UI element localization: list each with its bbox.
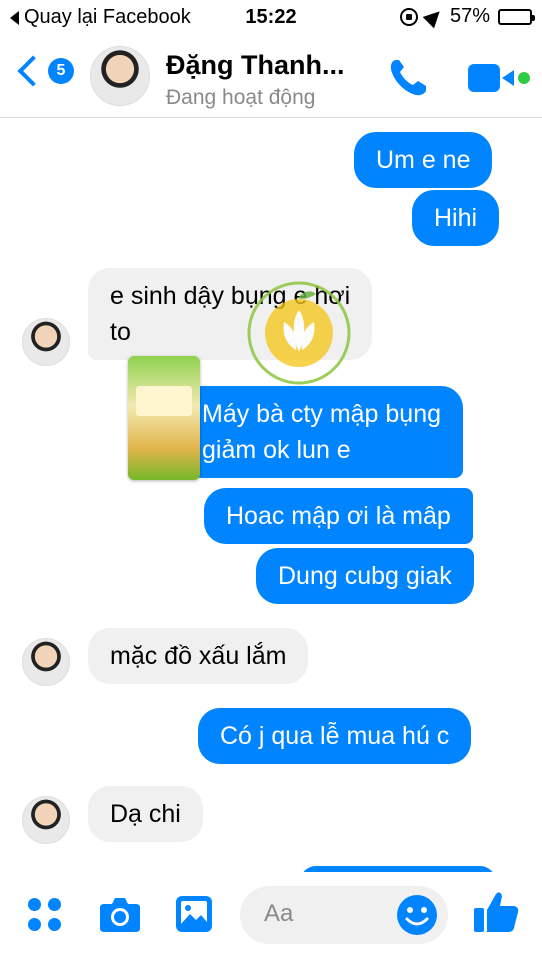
- active-status: Đang hoạt động: [166, 86, 316, 109]
- apps-dot: [48, 898, 61, 911]
- contact-avatar[interactable]: [90, 46, 150, 106]
- contact-name[interactable]: Đặng Thanh...: [166, 50, 345, 81]
- video-camera-body: [468, 64, 500, 92]
- sender-avatar[interactable]: [22, 796, 70, 844]
- chevron-left-icon: [17, 55, 49, 87]
- sender-avatar[interactable]: [22, 318, 70, 366]
- apps-dot: [28, 898, 41, 911]
- message-line: Máy bà cty mập bụng: [202, 400, 442, 428]
- message-outgoing[interactable]: Có j qua lễ mua hú c: [198, 708, 472, 764]
- apps-dot: [28, 918, 41, 931]
- conversation-header: 5 Đặng Thanh... Đang hoạt động: [0, 36, 542, 118]
- message-outgoing[interactable]: Hoac mập ơi là mâp: [204, 488, 473, 544]
- gallery-icon[interactable]: [174, 894, 214, 934]
- message-input-placeholder: Aa: [264, 900, 294, 927]
- video-call-icon[interactable]: [468, 58, 532, 98]
- video-camera-lens: [502, 70, 514, 86]
- camera-icon[interactable]: [98, 894, 142, 934]
- unread-badge: 5: [48, 58, 74, 84]
- message-line: giảm ok lun e: [202, 436, 351, 464]
- message-outgoing[interactable]: Um e ne: [354, 132, 493, 188]
- like-icon[interactable]: [472, 888, 520, 936]
- message-outgoing[interactable]: Hihi: [412, 190, 500, 246]
- message-outgoing[interactable]: Máy bà cty mập bụng giảm ok lun e: [180, 386, 464, 478]
- emoji-icon[interactable]: [396, 894, 438, 936]
- organic-oats-watermark-logo: [247, 281, 351, 385]
- apps-dot: [48, 918, 61, 931]
- apps-icon[interactable]: [28, 898, 62, 932]
- message-incoming[interactable]: Dạ chi: [88, 786, 203, 842]
- phone-icon[interactable]: [386, 56, 430, 100]
- location-arrow-icon: [422, 5, 446, 28]
- battery-icon: [498, 8, 535, 25]
- sender-avatar[interactable]: [22, 638, 70, 686]
- product-label: [136, 386, 192, 416]
- message-incoming[interactable]: mặc đồ xấu lắm: [88, 628, 309, 684]
- back-button[interactable]: 5: [14, 55, 74, 87]
- product-package-image: [128, 356, 200, 480]
- online-dot: [518, 72, 530, 84]
- battery-percent: 57%: [449, 5, 490, 27]
- status-bar: Quay lại Facebook 15:22 57%: [0, 0, 542, 36]
- rotation-lock-icon: [399, 7, 418, 26]
- message-outgoing[interactable]: Dung cubg giak: [256, 548, 474, 604]
